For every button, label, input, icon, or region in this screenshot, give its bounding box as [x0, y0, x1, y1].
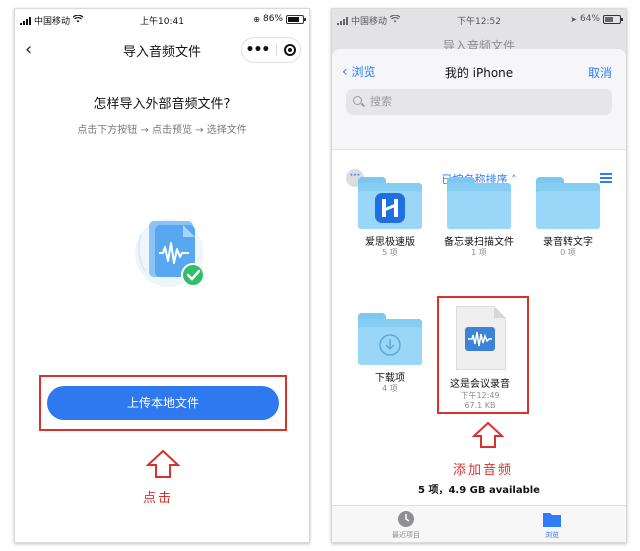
item-name: 这是会议录音 — [450, 379, 510, 390]
item-size: 67.1 KB — [464, 401, 496, 410]
status-bar: 中国移动 下午12:52 ➤ 64% — [332, 9, 626, 31]
question-heading: 怎样导入外部音频文件? — [93, 97, 231, 112]
folder-icon[interactable] — [536, 177, 600, 229]
item-count: 5 项 — [382, 248, 398, 257]
search-icon — [353, 96, 362, 105]
battery-icon — [603, 14, 623, 24]
left-phone-screen: 中国移动 上午10:41 ⊕ 86% ‹ 导入音频文件 ••• 怎样导入外部音频… — [14, 8, 310, 543]
waveform-icon — [465, 327, 495, 351]
capsule-divider — [276, 44, 278, 56]
folder-icon[interactable] — [447, 177, 511, 229]
folder-tab-icon — [543, 513, 561, 527]
arrow-up-icon — [146, 449, 180, 478]
battery-percent: 86% — [262, 14, 283, 24]
cancel-button[interactable]: 取消 — [588, 64, 612, 81]
item-name: 录音转文字 — [543, 237, 593, 248]
item-name: 备忘录扫描文件 — [444, 237, 514, 248]
folder-icon[interactable] — [358, 313, 422, 365]
arrow-up-icon — [472, 421, 504, 448]
click-annotation: 点击 — [143, 491, 174, 506]
picker-header: ‹ 浏览 我的 iPhone 取消 搜索 — [332, 49, 626, 150]
battery-percent: 64% — [579, 14, 600, 24]
status-bar: 中国移动 上午10:41 ⊕ 86% — [15, 9, 309, 31]
item-name: 爱思极速版 — [365, 237, 415, 248]
item-count: 4 项 — [382, 384, 398, 393]
tab-browse-label: 浏览 — [545, 531, 559, 539]
download-arrow-icon — [379, 334, 401, 356]
orientation-lock-icon: ⊕ — [253, 14, 260, 24]
location-arrow-icon: ➤ — [570, 14, 577, 24]
app-logo-icon — [375, 193, 405, 223]
item-count: 1 项 — [471, 248, 487, 257]
audio-document-icon[interactable] — [456, 306, 506, 370]
tab-recents[interactable]: 最近项目 — [366, 510, 446, 540]
audio-file-illustration-icon — [127, 205, 217, 295]
add-audio-annotation: 添加音频 — [453, 463, 514, 478]
steps-hint: 点击下方按钮 → 点击预览 → 选择文件 — [77, 125, 247, 136]
storage-summary: 5 项，4.9 GB available — [418, 485, 540, 496]
nav-bar: ‹ 导入音频文件 ••• — [15, 31, 309, 67]
search-placeholder: 搜索 — [370, 95, 392, 108]
clock-icon — [398, 511, 414, 527]
search-input[interactable]: 搜索 — [346, 89, 612, 115]
item-name: 下载项 — [375, 373, 405, 384]
tab-recents-label: 最近项目 — [392, 531, 420, 539]
folder-icon[interactable] — [358, 177, 422, 229]
file-picker-sheet: ‹ 浏览 我的 iPhone 取消 搜索 ··· 已按名称排序 ˄ — [332, 49, 626, 542]
more-dots-icon[interactable]: ••• — [246, 42, 271, 58]
upload-local-file-button[interactable]: 上传本地文件 — [47, 386, 279, 420]
list-view-icon[interactable] — [600, 173, 612, 183]
item-count: 0 项 — [560, 248, 576, 257]
tab-browse[interactable]: 浏览 — [512, 510, 592, 540]
right-phone-screen: 中国移动 下午12:52 ➤ 64% 导入音频文件 ‹ 浏览 我的 iPhone… — [331, 8, 627, 543]
battery-icon — [286, 14, 306, 24]
close-target-icon[interactable] — [284, 44, 297, 56]
tab-bar: 最近项目 浏览 — [332, 505, 626, 542]
item-time: 下午12:49 — [460, 391, 500, 400]
chevron-up-icon: ˄ — [511, 173, 517, 186]
picker-title: 我的 iPhone — [444, 66, 514, 80]
mini-program-capsule: ••• — [241, 37, 301, 63]
